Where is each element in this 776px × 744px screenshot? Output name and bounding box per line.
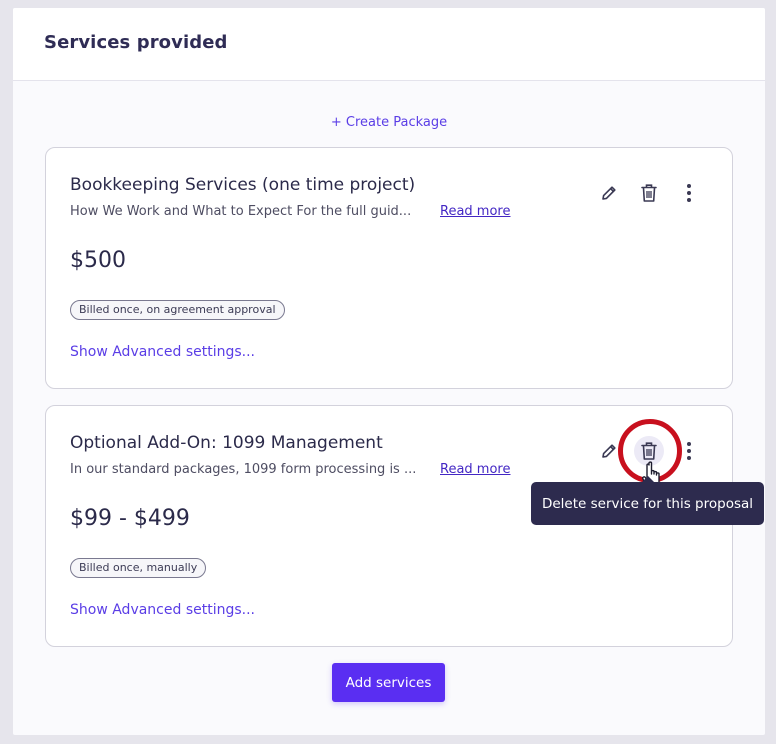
pencil-icon bbox=[602, 444, 616, 458]
edit-service-button[interactable] bbox=[594, 436, 624, 466]
service-description-text: How We Work and What to Expect For the f… bbox=[70, 204, 412, 219]
services-panel: Services provided + Create Package Bookk… bbox=[13, 8, 765, 735]
service-title: Optional Add-On: 1099 Management bbox=[70, 433, 383, 453]
panel-title: Services provided bbox=[44, 32, 228, 53]
pencil-icon bbox=[602, 186, 616, 200]
kebab-menu-icon bbox=[687, 184, 691, 202]
billing-badge: Billed once, manually bbox=[70, 558, 207, 578]
trash-icon bbox=[641, 184, 657, 202]
more-options-button[interactable] bbox=[674, 178, 704, 208]
service-description-text: In our standard packages, 1099 form proc… bbox=[70, 462, 417, 477]
create-package-link[interactable]: + Create Package bbox=[13, 115, 765, 130]
service-title: Bookkeeping Services (one time project) bbox=[70, 175, 416, 195]
edit-service-button[interactable] bbox=[594, 178, 624, 208]
service-card: Bookkeeping Services (one time project) … bbox=[45, 147, 733, 389]
service-price: $500 bbox=[70, 248, 126, 273]
delete-service-button[interactable] bbox=[634, 178, 664, 208]
service-price: $99 - $499 bbox=[70, 506, 190, 531]
billing-badge: Billed once, on agreement approval bbox=[70, 300, 285, 320]
service-description: How We Work and What to Expect For the f… bbox=[70, 204, 510, 219]
tooltip-arrow bbox=[642, 476, 654, 482]
kebab-menu-icon bbox=[687, 442, 691, 460]
panel-header: Services provided bbox=[13, 8, 765, 81]
trash-icon bbox=[641, 442, 657, 460]
more-options-button[interactable] bbox=[674, 436, 704, 466]
read-more-link[interactable]: Read more bbox=[440, 204, 510, 219]
read-more-link[interactable]: Read more bbox=[440, 462, 510, 477]
show-advanced-settings-link[interactable]: Show Advanced settings... bbox=[70, 602, 255, 618]
tooltip-text: Delete service for this proposal bbox=[541, 495, 754, 512]
show-advanced-settings-link[interactable]: Show Advanced settings... bbox=[70, 344, 255, 360]
service-card: Optional Add-On: 1099 Management In our … bbox=[45, 405, 733, 647]
add-services-button[interactable]: Add services bbox=[332, 663, 445, 702]
service-description: In our standard packages, 1099 form proc… bbox=[70, 462, 510, 477]
service-actions bbox=[594, 178, 704, 208]
delete-service-tooltip: Delete service for this proposal bbox=[531, 476, 764, 525]
